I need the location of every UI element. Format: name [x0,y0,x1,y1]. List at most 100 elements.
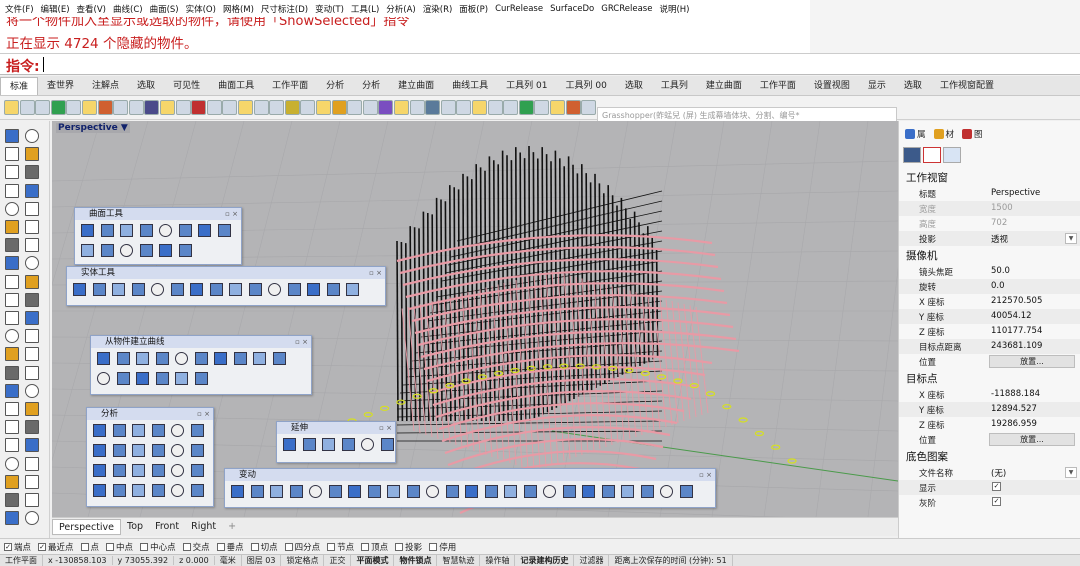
toolbar-tab[interactable]: 曲面工具 [209,77,263,95]
toolbar-tab[interactable]: 工具列 [652,77,697,95]
toolbar-button-icon[interactable] [581,100,597,115]
toolbar-button-icon[interactable] [128,100,144,115]
toolbar-tab[interactable]: 分析 [317,77,353,95]
osnap-checkbox[interactable]: ✓ 端点 [4,541,31,553]
toolbar-button-icon[interactable] [347,100,363,115]
perspective-viewport[interactable]: Perspective ▼ 曲面工具 ▫ × 实体工具 ▫ × 从物件建立曲线 ▫ ×… [52,121,898,517]
checkbox-box[interactable] [80,542,89,551]
tool-icon[interactable] [5,220,19,234]
dropdown-arrow-icon[interactable]: ▼ [1065,467,1077,478]
menu-item[interactable]: GRCRelease [598,4,656,14]
status-toggle[interactable]: 平面模式 [351,555,395,566]
osnap-checkbox[interactable]: 顶点 [361,541,388,553]
place-button[interactable]: 放置... [989,355,1075,368]
tool-icon[interactable] [155,352,169,365]
tool-icon[interactable] [151,283,164,296]
tool-icon[interactable] [112,484,126,497]
tool-icon[interactable] [5,438,19,453]
tool-icon[interactable] [5,292,19,307]
tool-icon[interactable] [621,485,634,498]
tool-icon[interactable] [25,183,39,198]
menu-item[interactable]: 分析(A) [383,3,419,15]
tool-icon[interactable] [190,283,203,296]
checkbox-box[interactable] [106,542,115,551]
osnap-checkbox[interactable]: 交点 [182,541,210,553]
checkbox-box[interactable] [216,542,225,551]
add-viewport-icon[interactable]: + [222,519,242,535]
tool-icon[interactable] [209,283,223,296]
toolbar-button-icon[interactable] [4,100,19,115]
tool-icon[interactable] [25,456,39,471]
toolbar-tab[interactable]: 工作平面 [751,77,805,95]
tool-icon[interactable] [341,438,355,451]
toolbar-button-icon[interactable] [487,100,503,115]
tool-icon[interactable] [151,484,165,497]
toolbar-tab[interactable]: 选取 [616,77,652,95]
tool-icon[interactable] [25,402,39,416]
tool-icon[interactable] [116,352,130,365]
tool-icon[interactable] [268,283,281,296]
tool-icon[interactable] [190,444,204,457]
tool-icon[interactable] [484,485,498,498]
property-value[interactable]: 243681.109 [991,341,1042,351]
tool-icon[interactable] [543,485,556,498]
checkbox-box[interactable] [395,542,404,551]
tool-icon[interactable] [387,485,400,498]
toolbar-button-icon[interactable] [35,100,51,115]
tool-icon[interactable] [25,493,39,507]
menu-item[interactable]: 网格(M) [220,3,258,15]
tool-icon[interactable] [132,484,145,497]
toolbar-tab[interactable]: 曲线工具 [443,77,497,95]
tool-icon[interactable] [289,485,303,498]
toolbar-button-icon[interactable] [440,100,456,115]
toolbar-button-icon[interactable] [518,100,534,115]
menu-item[interactable]: 文件(F) [2,3,38,15]
tool-icon[interactable] [136,372,149,385]
tool-icon[interactable] [270,485,283,498]
tool-icon[interactable] [112,424,126,437]
tool-icon[interactable] [5,365,19,380]
menu-item[interactable]: 实体(O) [183,3,220,15]
status-toggle[interactable]: 正交 [324,555,352,566]
camera-icon[interactable] [903,147,921,163]
tool-icon[interactable] [171,484,184,497]
property-value[interactable]: -11888.184 [991,389,1040,399]
tool-icon[interactable] [93,484,106,497]
tool-icon[interactable] [5,238,19,253]
toolbar-button-icon[interactable] [238,100,253,115]
tool-icon[interactable] [136,352,149,365]
panel-curve-from-objects[interactable]: 从物件建立曲线 ▫ × [90,335,312,395]
command-input[interactable] [44,56,1064,72]
status-toggle[interactable]: 记录建构历史 [515,555,575,566]
toolbar-button-icon[interactable] [409,100,425,115]
menu-item[interactable]: 说明(H) [656,3,693,15]
tool-icon[interactable] [151,444,165,457]
tool-icon[interactable] [348,485,361,498]
property-value[interactable]: 12894.527 [991,404,1037,414]
menu-item[interactable]: 查看(V) [74,3,110,15]
tool-icon[interactable] [5,165,19,180]
status-toggle[interactable]: 操作轴 [480,555,516,566]
tool-icon[interactable] [465,485,478,498]
tool-icon[interactable] [326,283,340,296]
tool-icon[interactable] [5,274,19,289]
toolbar-tab[interactable]: 可见性 [164,77,209,95]
panel-close-icon[interactable]: ▫ × [197,408,210,420]
panel-solid-tools[interactable]: 实体工具 ▫ × [66,266,386,306]
tool-icon[interactable] [5,347,19,362]
tool-icon[interactable] [25,438,39,453]
tool-icon[interactable] [116,372,130,385]
menu-item[interactable]: 面板(P) [456,3,492,15]
tool-icon[interactable] [81,244,94,257]
osnap-checkbox[interactable]: 垂点 [216,541,244,553]
property-value[interactable]: 40054.12 [991,311,1032,321]
osnap-checkbox[interactable]: 中心点 [140,541,176,553]
property-value[interactable]: (无) [991,467,1006,479]
viewport-tab[interactable]: Perspective [52,519,122,535]
viewport-tab[interactable]: Right [185,519,222,535]
tool-icon[interactable] [100,244,114,257]
tool-icon[interactable] [25,256,39,271]
toolbar-button-icon[interactable] [300,100,316,115]
tool-icon[interactable] [155,372,169,385]
toolbar-button-icon[interactable] [394,100,409,115]
